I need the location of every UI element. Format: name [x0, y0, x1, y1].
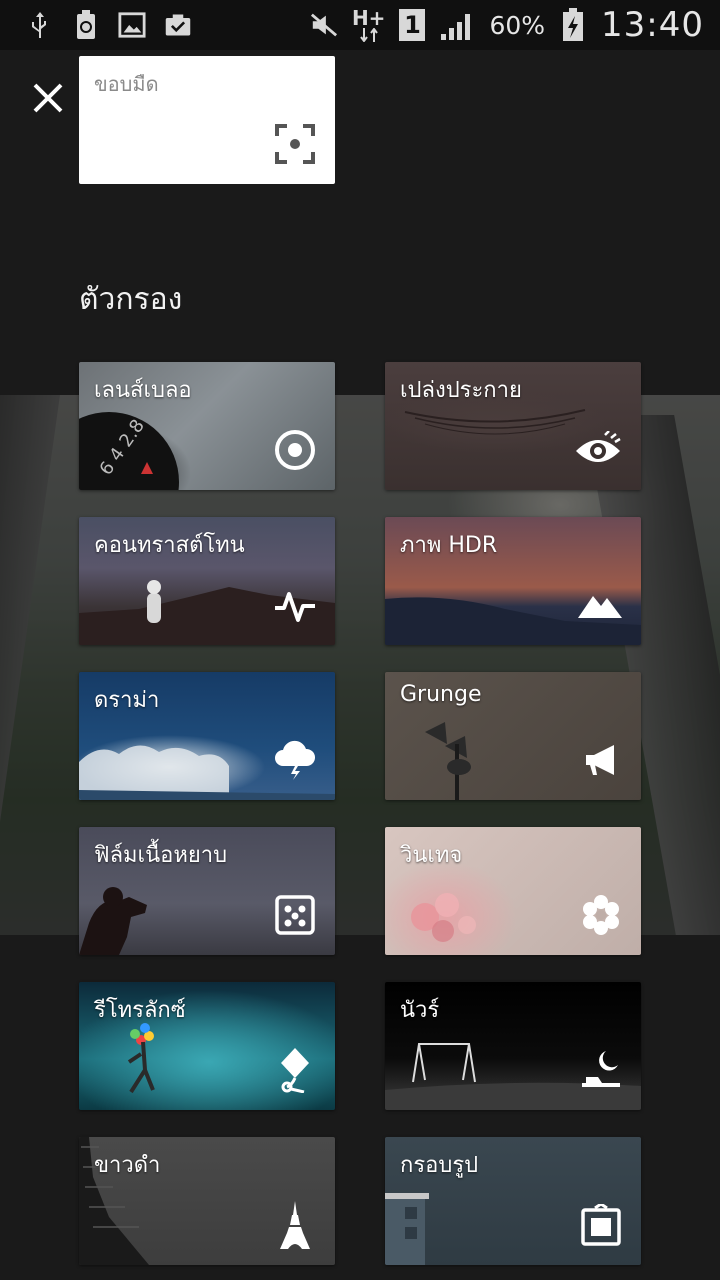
filter-tile-glamour-glow[interactable]: เปล่งประกาย — [385, 362, 641, 490]
filter-tile-drama[interactable]: ดราม่า — [79, 672, 335, 800]
filter-tile-tonal-contrast[interactable]: คอนทราสต์โทน — [79, 517, 335, 645]
pulse-icon — [273, 583, 317, 627]
filter-tile-retrolux[interactable]: รีโทรลักซ์ — [79, 982, 335, 1110]
focus-scan-icon[interactable] — [275, 124, 315, 164]
mute-icon — [310, 11, 338, 39]
eiffel-tower-icon — [273, 1201, 317, 1249]
frame-icon — [579, 1203, 623, 1247]
mountains-icon — [577, 583, 623, 627]
target-icon — [273, 428, 317, 472]
battery-percent: 60% — [489, 10, 546, 40]
eye-icon — [573, 428, 623, 472]
filter-tile-lens-blur[interactable]: 6 4 2.8 เลนส์เบลอ — [79, 362, 335, 490]
flower-icon — [579, 893, 623, 937]
filter-label: Grunge — [400, 682, 482, 707]
filter-label: เลนส์เบลอ — [94, 378, 192, 403]
filter-label: ดราม่า — [94, 688, 160, 713]
filter-tile-frames[interactable]: กรอบรูป — [385, 1137, 641, 1265]
section-title: ตัวกรอง — [79, 282, 183, 317]
filter-label: ฟิล์มเนื้อหยาบ — [94, 843, 228, 868]
filter-label: กรอบรูป — [400, 1153, 479, 1178]
filter-label: ขาวดำ — [94, 1153, 161, 1178]
filter-label: วินเทจ — [400, 843, 463, 868]
status-bar: H+ 1 60% 13:40 — [0, 0, 720, 50]
kite-icon — [273, 1048, 317, 1093]
filter-label: คอนทราสต์โทน — [94, 533, 245, 558]
filter-tile-black-white[interactable]: ขาวดำ — [79, 1137, 335, 1265]
filter-tile-grunge[interactable]: Grunge — [385, 672, 641, 800]
search-label: ขอบมืด — [94, 72, 159, 96]
storm-cloud-icon — [273, 738, 317, 782]
recycle-battery-icon — [72, 10, 100, 39]
moon-icon — [579, 1048, 623, 1092]
signal-icon — [439, 11, 475, 40]
close-icon — [33, 83, 63, 113]
filter-label: นัวร์ — [400, 998, 440, 1023]
filter-tile-hdr[interactable]: ภาพ HDR — [385, 517, 641, 645]
filter-label: เปล่งประกาย — [400, 378, 522, 403]
filter-label: ภาพ HDR — [400, 533, 498, 558]
svg-text:6 4 2.8: 6 4 2.8 — [96, 416, 149, 480]
battery-charging-icon — [559, 8, 587, 41]
dice-icon — [273, 893, 317, 937]
filter-label: รีโทรลักซ์ — [94, 998, 186, 1023]
filter-tile-vintage[interactable]: วินเทจ — [385, 827, 641, 955]
sim-slot-icon: 1 — [399, 9, 426, 41]
gallery-icon — [118, 11, 146, 39]
usb-icon — [26, 11, 54, 39]
clipboard-check-icon — [164, 11, 192, 39]
megaphone-icon — [579, 738, 623, 782]
close-button[interactable] — [28, 78, 68, 118]
filter-tile-noir[interactable]: นัวร์ — [385, 982, 641, 1110]
filter-tile-grainy-film[interactable]: ฟิล์มเนื้อหยาบ — [79, 827, 335, 955]
clock: 13:40 — [601, 5, 704, 45]
network-type-icon: H+ — [352, 8, 385, 42]
search-card[interactable]: ขอบมืด — [79, 56, 335, 184]
